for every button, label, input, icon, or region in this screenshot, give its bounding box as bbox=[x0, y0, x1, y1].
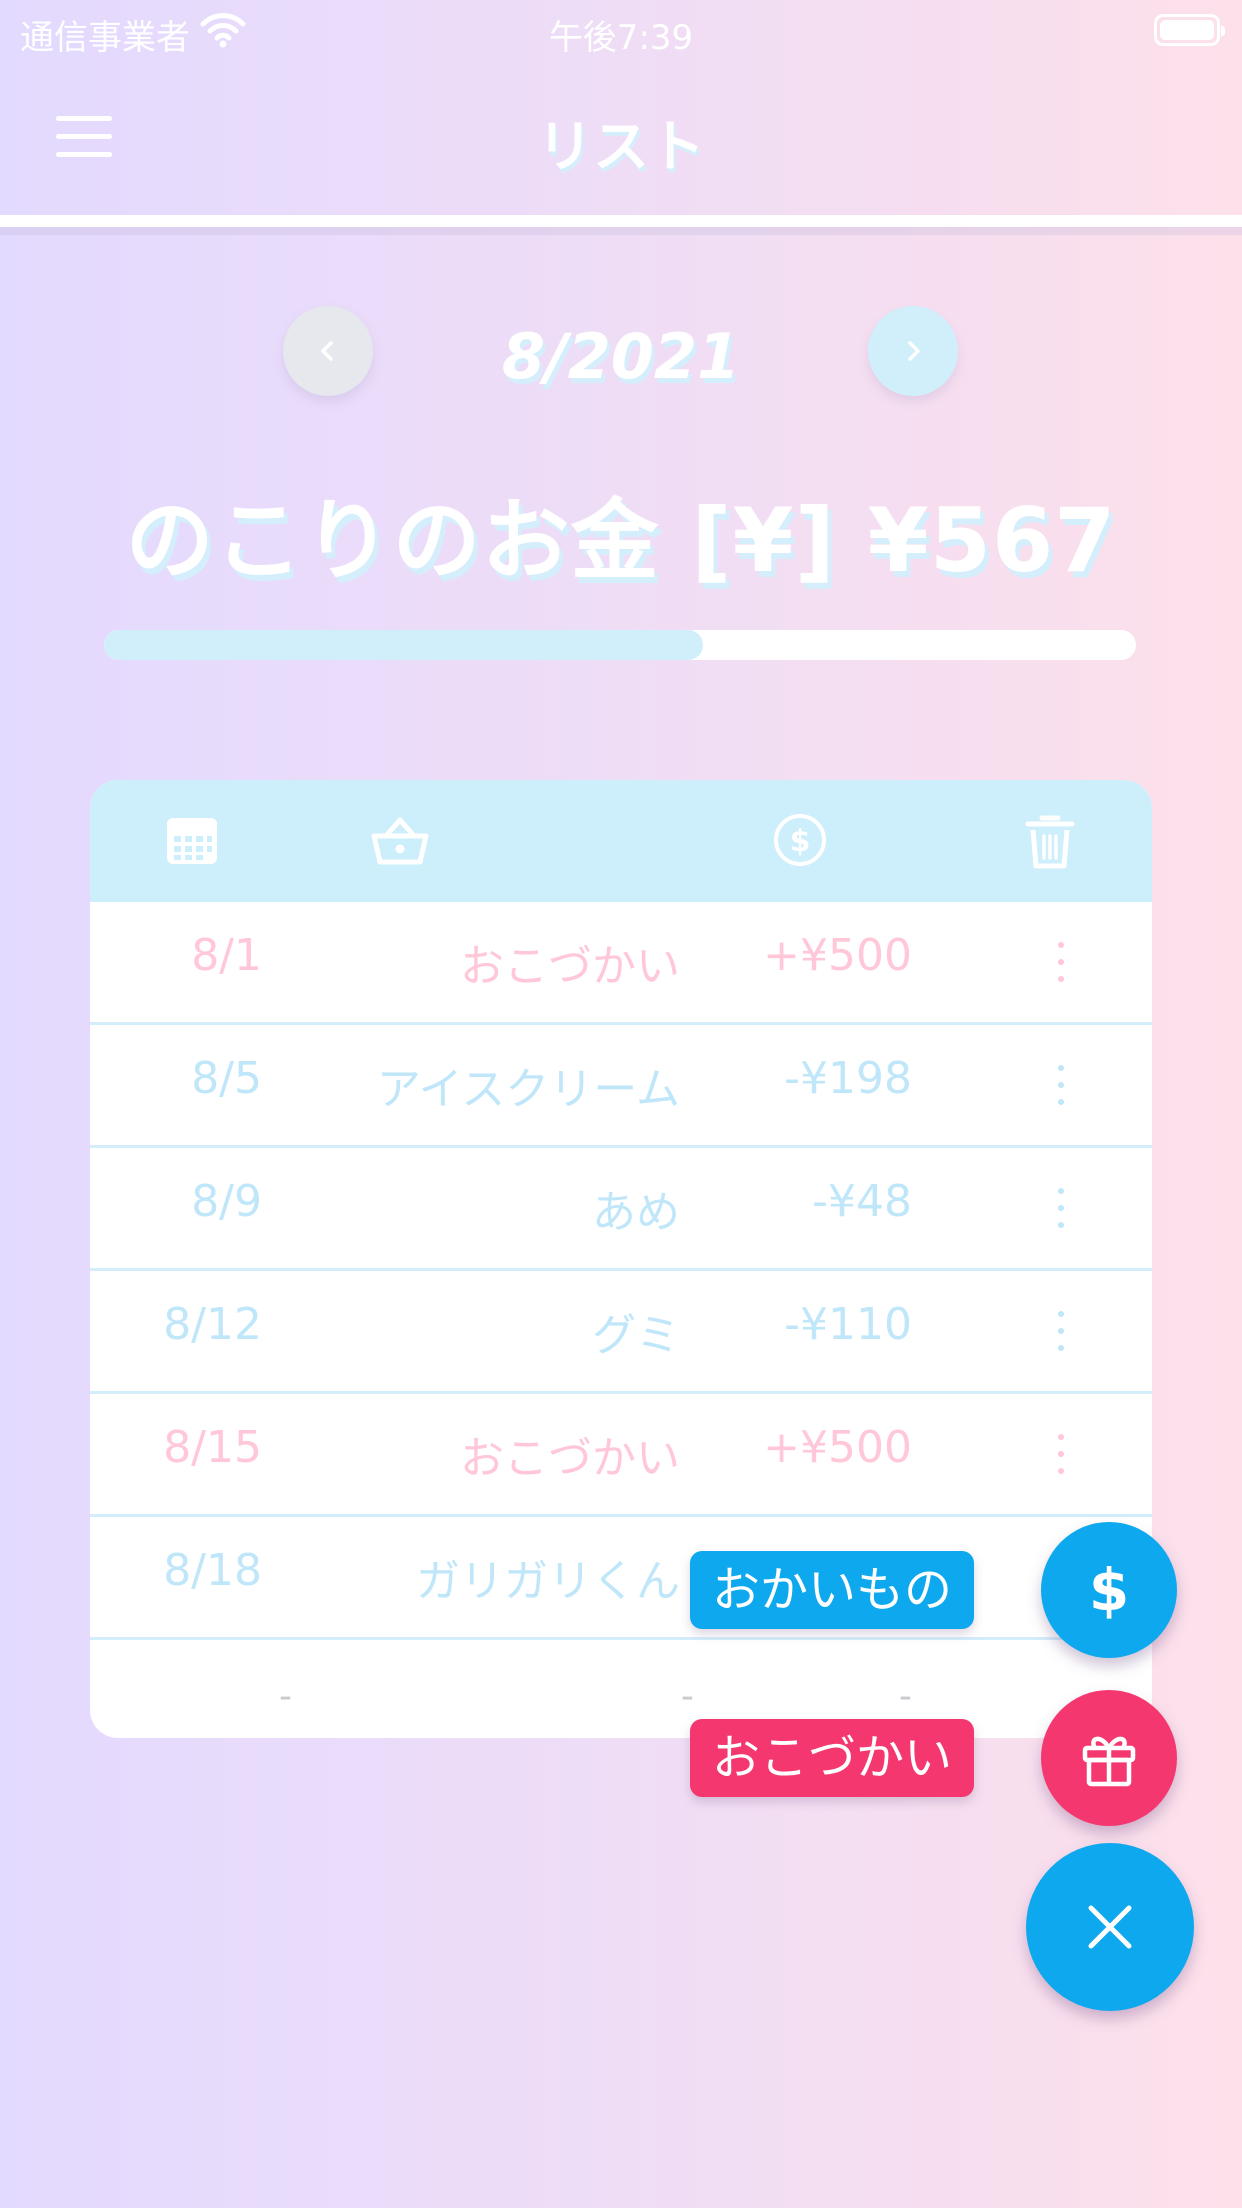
month-navigator: 8/2021 bbox=[0, 300, 1242, 410]
status-bar: 通信事業者 午後7:39 bbox=[0, 0, 1242, 62]
row-amount: +¥500 bbox=[763, 1422, 912, 1473]
table-row-empty: - - - bbox=[90, 1640, 1152, 1738]
more-vertical-icon[interactable] bbox=[1056, 1065, 1066, 1105]
month-label: 8/2021 bbox=[501, 320, 741, 393]
transaction-table: $ 8/1 おこづかい +¥500 8/5 アイスクリーム -¥198 8/9 あめ -¥48 8… bbox=[90, 780, 1152, 1738]
allowance-label-chip[interactable]: おこづかい bbox=[690, 1719, 975, 1797]
svg-text:$: $ bbox=[790, 824, 811, 859]
gift-icon bbox=[1082, 1736, 1136, 1787]
row-date: 8/18 bbox=[163, 1545, 262, 1596]
more-vertical-icon[interactable] bbox=[1056, 1311, 1066, 1351]
dollar-circle-icon: $ bbox=[774, 814, 826, 866]
row-item-name: おこづかい bbox=[460, 1433, 680, 1484]
battery-icon bbox=[1154, 14, 1225, 46]
more-vertical-icon[interactable] bbox=[1056, 1188, 1066, 1228]
budget-progress-fill bbox=[104, 630, 703, 660]
row-amount: -¥198 bbox=[784, 1053, 912, 1104]
row-date: 8/5 bbox=[191, 1053, 262, 1104]
calendar-icon bbox=[167, 818, 217, 864]
nav-divider bbox=[0, 215, 1242, 235]
row-item-name: あめ bbox=[592, 1187, 680, 1238]
trash-icon bbox=[1025, 815, 1075, 869]
more-vertical-icon[interactable] bbox=[1056, 1434, 1066, 1474]
row-date: 8/1 bbox=[191, 930, 262, 981]
table-row[interactable]: 8/9 あめ -¥48 bbox=[90, 1148, 1152, 1271]
more-vertical-icon[interactable] bbox=[1056, 942, 1066, 982]
page-title: リスト bbox=[537, 115, 705, 180]
empty-name: - bbox=[681, 1676, 694, 1717]
row-item-name: おこづかい bbox=[460, 941, 680, 992]
row-amount: -¥48 bbox=[812, 1176, 912, 1227]
remaining-balance: のこりのお金 [¥] ¥567 bbox=[125, 489, 1117, 592]
basket-icon bbox=[371, 817, 429, 865]
add-allowance-button[interactable] bbox=[1041, 1690, 1177, 1826]
row-amount: +¥500 bbox=[763, 930, 912, 981]
row-date: 8/9 bbox=[191, 1176, 262, 1227]
row-item-name: アイスクリーム bbox=[376, 1064, 680, 1115]
status-time: 午後7:39 bbox=[548, 18, 694, 58]
table-row[interactable]: 8/15 おこづかい +¥500 bbox=[90, 1394, 1152, 1517]
close-fab-button[interactable] bbox=[1026, 1843, 1194, 2011]
row-amount: -¥110 bbox=[784, 1299, 912, 1350]
row-date: 8/15 bbox=[163, 1422, 262, 1473]
row-item-name: グミ bbox=[592, 1310, 680, 1361]
table-row[interactable]: 8/5 アイスクリーム -¥198 bbox=[90, 1025, 1152, 1148]
nav-bar: リスト bbox=[0, 62, 1242, 212]
chevron-right-icon bbox=[908, 341, 920, 361]
shopping-label-chip[interactable]: おかいもの bbox=[690, 1551, 975, 1629]
close-icon bbox=[1088, 1905, 1132, 1949]
row-date: 8/12 bbox=[163, 1299, 262, 1350]
dollar-icon: $ bbox=[1088, 1556, 1130, 1624]
table-row[interactable]: 8/12 グミ -¥110 bbox=[90, 1271, 1152, 1394]
empty-amount: - bbox=[899, 1676, 912, 1717]
table-row[interactable]: 8/18ガリガリくん-¥77 bbox=[90, 1517, 1152, 1640]
table-row[interactable]: 8/1 おこづかい +¥500 bbox=[90, 902, 1152, 1025]
empty-date: - bbox=[279, 1676, 292, 1717]
budget-progress-bar bbox=[104, 630, 1136, 660]
add-shopping-button[interactable]: $ bbox=[1041, 1522, 1177, 1658]
row-item-name: ガリガリくん bbox=[416, 1556, 680, 1607]
table-header: $ bbox=[90, 780, 1152, 902]
next-month-button[interactable] bbox=[868, 306, 958, 396]
